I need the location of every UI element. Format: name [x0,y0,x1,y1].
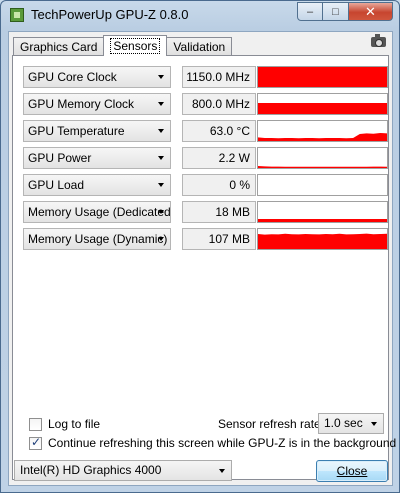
minimize-button[interactable]: – [297,2,323,21]
tab-strip: Graphics Card Sensors Validation [13,35,233,56]
client-area: Graphics Card Sensors Validation GPU Cor… [8,31,396,486]
tab-label: Graphics Card [20,39,98,54]
sensors-panel: GPU Core Clock 1150.0 MHz GPU Memory Clock… [12,55,396,481]
close-button[interactable]: Close [316,460,388,482]
maximize-button[interactable]: □ [323,2,349,21]
log-to-file-checkbox[interactable] [29,418,42,431]
tab-graphics-card[interactable]: Graphics Card [13,37,105,55]
tab-label: Validation [173,39,226,54]
close-button-label: Close [336,464,368,478]
refresh-rate-label: Sensor refresh rate: [218,417,325,431]
tab-validation[interactable]: Validation [166,37,233,55]
tab-sensors[interactable]: Sensors [103,35,168,56]
tab-label: Sensors [110,38,161,54]
window-title: TechPowerUp GPU-Z 0.8.0 [31,7,189,22]
refresh-rate-value: 1.0 sec [324,416,363,430]
gpuz-app-icon [10,8,24,22]
continue-refreshing-checkbox[interactable] [29,435,42,450]
footer-controls: Log to file Sensor refresh rate: 1.0 sec… [13,56,396,481]
gpuz-window: TechPowerUp GPU-Z 0.8.0 – □ ✕ Graphics C… [0,0,400,493]
chevron-down-icon [371,422,377,426]
chevron-down-icon [219,469,225,473]
log-to-file-label: Log to file [48,417,101,431]
refresh-rate-select[interactable]: 1.0 sec [318,413,384,434]
camera-icon[interactable] [371,34,386,47]
window-controls: – □ ✕ [297,2,393,21]
close-window-button[interactable]: ✕ [349,2,393,21]
title-bar[interactable]: TechPowerUp GPU-Z 0.8.0 – □ ✕ [1,1,399,29]
gpu-select-value: Intel(R) HD Graphics 4000 [20,463,162,477]
gpu-select[interactable]: Intel(R) HD Graphics 4000 [14,460,232,481]
continue-refreshing-label: Continue refreshing this screen while GP… [48,436,397,450]
